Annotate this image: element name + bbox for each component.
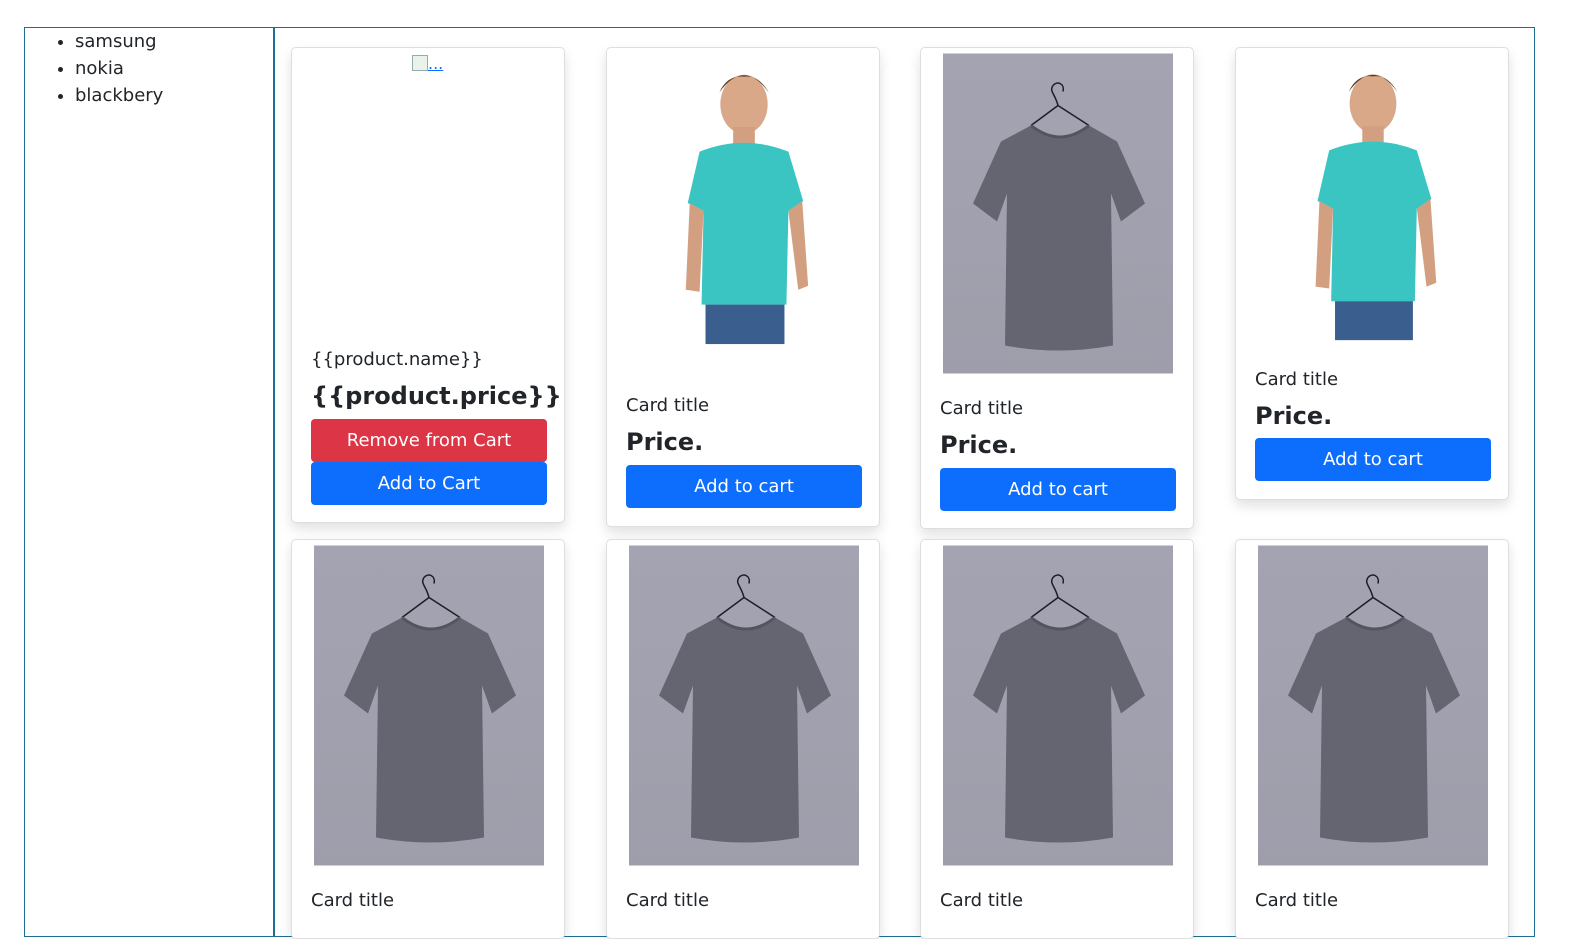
card-price: Price. (940, 431, 1018, 459)
broken-image-link[interactable]: ... (412, 54, 443, 73)
sidebar-item-nokia[interactable]: nokia (75, 55, 273, 82)
product-image (629, 545, 859, 866)
product-image (314, 545, 544, 866)
card-title: Card title (1255, 890, 1339, 911)
product-card: Card title (606, 539, 880, 939)
product-card: Card title (1235, 539, 1509, 939)
sidebar-item-samsung[interactable]: samsung (75, 28, 273, 55)
brand-list: samsung nokia blackbery (25, 28, 273, 109)
product-card: Card title Price. Add to cart (1235, 47, 1509, 500)
image-alt-text: ... (428, 54, 444, 73)
product-card: Card title Price. Add to cart (606, 47, 880, 527)
product-card: Card title Price. Add to cart (920, 47, 1194, 529)
card-title: Card title (1255, 369, 1339, 390)
sidebar-item-blackbery[interactable]: blackbery (75, 82, 273, 109)
add-to-cart-button[interactable]: Add to Cart (311, 462, 547, 505)
card-title: Card title (940, 398, 1024, 419)
add-to-cart-button[interactable]: Add to cart (1255, 438, 1491, 481)
product-image (943, 545, 1173, 866)
product-image (629, 53, 859, 349)
card-title: Card title (940, 890, 1024, 911)
product-card: Card title (920, 539, 1194, 939)
card-title: Card title (626, 395, 710, 416)
remove-from-cart-button[interactable]: Remove from Cart (311, 419, 547, 462)
add-to-cart-button[interactable]: Add to cart (940, 468, 1176, 511)
product-image (1258, 53, 1488, 345)
card-price: Price. (1255, 402, 1333, 430)
card-title: Card title (626, 890, 710, 911)
product-card: Card title (291, 539, 565, 939)
card-title: Card title (311, 890, 395, 911)
product-card: ... {{product.name}} {{product.price}} R… (291, 47, 565, 523)
product-image (943, 53, 1173, 374)
card-price: {{product.price}} (311, 382, 562, 410)
sidebar: samsung nokia blackbery (25, 28, 275, 936)
product-image (1258, 545, 1488, 866)
card-price: Price. (626, 428, 704, 456)
broken-image-icon (412, 55, 428, 71)
add-to-cart-button[interactable]: Add to cart (626, 465, 862, 508)
card-title: {{product.name}} (311, 349, 483, 370)
